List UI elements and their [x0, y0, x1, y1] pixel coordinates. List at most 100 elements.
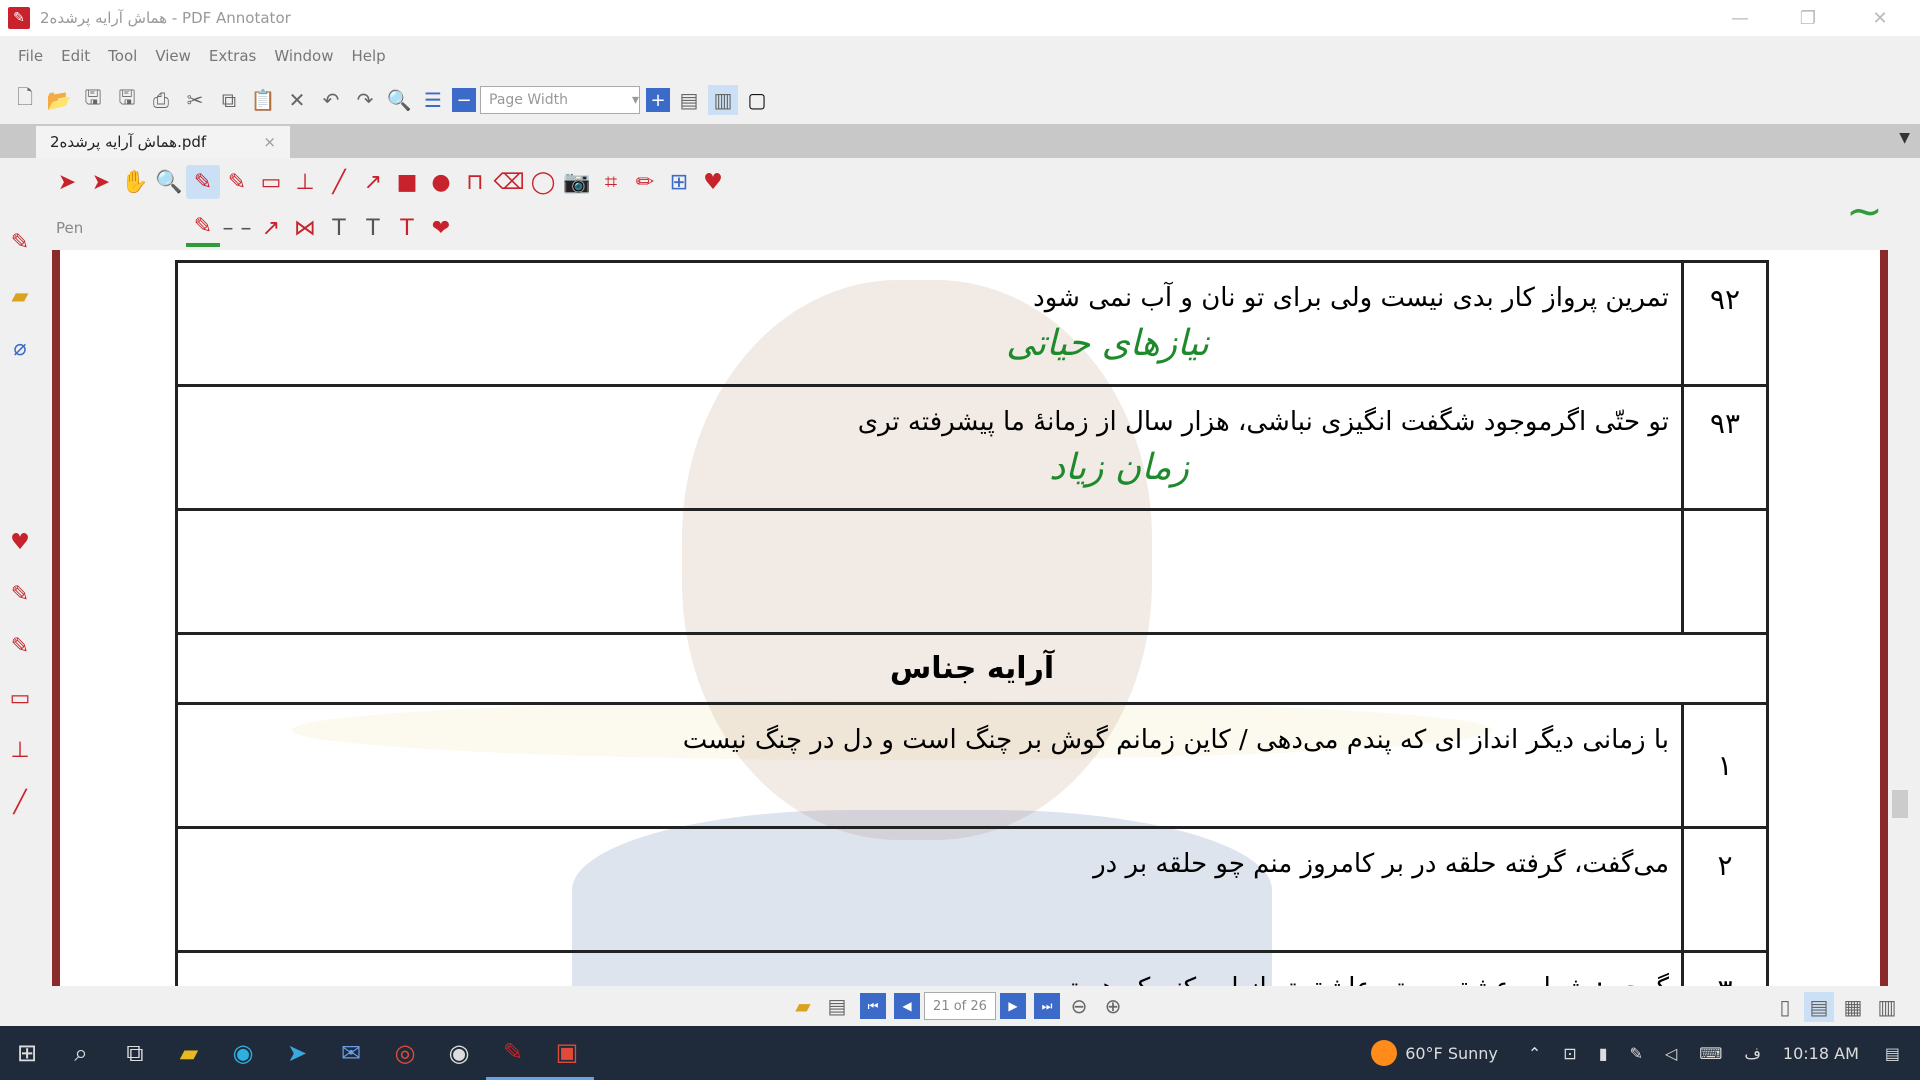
save-icon[interactable]: 🖫	[78, 85, 108, 115]
last-page-icon[interactable]: ⏭	[1034, 993, 1060, 1019]
vertical-scrollbar[interactable]	[1888, 250, 1912, 986]
file-explorer-icon[interactable]: ▰	[162, 1026, 216, 1080]
menu-help[interactable]: Help	[352, 47, 386, 65]
mail-icon[interactable]: ✉	[324, 1026, 378, 1080]
measure-tool-icon[interactable]: ⊓	[458, 165, 492, 199]
highlighter-tool-icon[interactable]: ✎	[220, 165, 254, 199]
menu-view[interactable]: View	[155, 47, 191, 65]
scrollbar-thumb[interactable]	[1892, 790, 1908, 818]
paste-icon[interactable]: 📋	[248, 85, 278, 115]
keyboard-icon[interactable]: ⌨	[1699, 1044, 1722, 1063]
pen-color-icon[interactable]: ✎	[186, 209, 220, 247]
hand-icon[interactable]: ✋	[118, 165, 152, 199]
marker-icon[interactable]: ✎	[6, 580, 34, 608]
fullscreen-icon[interactable]: ▢	[742, 85, 772, 115]
textbox-tool-icon[interactable]: ▭	[254, 165, 288, 199]
camera-tool-icon[interactable]: 📷	[560, 165, 594, 199]
rectangle-tool-icon[interactable]: ■	[390, 165, 424, 199]
tab-document[interactable]: 2هماش آرایه پرشده.pdf ×	[36, 126, 290, 158]
print-icon[interactable]: ⎙	[146, 85, 176, 115]
menu-edit[interactable]: Edit	[61, 47, 90, 65]
line-icon[interactable]: ╱	[6, 788, 34, 816]
close-button[interactable]: ✕	[1852, 0, 1908, 36]
attachment-icon[interactable]: ⌀	[6, 334, 34, 362]
select-arrow-icon[interactable]: ➤	[50, 165, 84, 199]
tab-close-icon[interactable]: ×	[263, 133, 276, 151]
zoom-in-icon[interactable]: +	[646, 88, 670, 112]
continuous-page-icon[interactable]: ▥	[708, 85, 738, 115]
pencil-tool-icon[interactable]: ✏	[628, 165, 662, 199]
thumbnails-icon[interactable]: ▤	[822, 991, 852, 1021]
favorite-icon[interactable]: ♥	[6, 528, 34, 556]
crop-tool-icon[interactable]: ⌗	[594, 165, 628, 199]
ellipse-tool-icon[interactable]: ●	[424, 165, 458, 199]
previous-page-icon[interactable]: ◀	[894, 993, 920, 1019]
start-icon[interactable]: ⊞	[0, 1026, 54, 1080]
pen-icon[interactable]: ✎	[6, 228, 34, 256]
menu-window[interactable]: Window	[274, 47, 333, 65]
language-icon[interactable]: ف	[1744, 1044, 1761, 1063]
notifications-icon[interactable]: ▤	[1885, 1044, 1900, 1063]
delete-icon[interactable]: ✕	[282, 85, 312, 115]
page-number-input[interactable]: 21 of 26	[924, 992, 996, 1020]
menu-file[interactable]: File	[18, 47, 43, 65]
zoom-out-icon[interactable]: −	[452, 88, 476, 112]
smooth-line-icon[interactable]: ↗	[254, 211, 288, 245]
pen-tool-icon[interactable]: ✎	[186, 165, 220, 199]
clock[interactable]: 10:18 AM	[1783, 1044, 1859, 1063]
lasso-tool-icon[interactable]: ◯	[526, 165, 560, 199]
magnifier-icon[interactable]: 🔍	[152, 165, 186, 199]
chrome-icon[interactable]: ◎	[378, 1026, 432, 1080]
forward-icon[interactable]: ⊕	[1098, 991, 1128, 1021]
new-file-icon[interactable]: 🗋	[10, 85, 40, 115]
menu-tool[interactable]: Tool	[108, 47, 137, 65]
copy-icon[interactable]: ⧉	[214, 85, 244, 115]
stamp-icon[interactable]: ⊥	[6, 736, 34, 764]
select-text-icon[interactable]: ➤	[84, 165, 118, 199]
task-view-icon[interactable]: ⧉	[108, 1026, 162, 1080]
grid-view-icon[interactable]: ▦	[1838, 992, 1868, 1022]
folder-icon[interactable]: ▰	[6, 282, 34, 310]
microphone-icon[interactable]: ▮	[1599, 1044, 1608, 1063]
favorites-tool-icon[interactable]: ♥	[696, 165, 730, 199]
zoom-select[interactable]: Page Width ▾	[480, 86, 640, 114]
first-page-icon[interactable]: ⏮	[860, 993, 886, 1019]
menu-extras[interactable]: Extras	[209, 47, 256, 65]
stamp-tool-icon[interactable]: ⊥	[288, 165, 322, 199]
pdf-annotator-icon[interactable]: ✎	[486, 1026, 540, 1080]
eraser-tool-icon[interactable]: ⌫	[492, 165, 526, 199]
favorite-add-icon[interactable]: ❤	[424, 211, 458, 245]
tab-list-chevron-icon[interactable]: ▼	[1899, 130, 1910, 146]
pen-tray-icon[interactable]: ✎	[1630, 1044, 1643, 1063]
open-folder-icon[interactable]: 📂	[44, 85, 74, 115]
line-style-icon[interactable]: – –	[220, 211, 254, 245]
save-all-icon[interactable]: 🖫	[112, 85, 142, 115]
cut-icon[interactable]: ✂	[180, 85, 210, 115]
edge-icon[interactable]: ◉	[216, 1026, 270, 1080]
strike-text-icon[interactable]: T	[390, 211, 424, 245]
telegram-icon[interactable]: ➤	[270, 1026, 324, 1080]
continuous-view-icon[interactable]: ▤	[1804, 992, 1834, 1022]
single-view-icon[interactable]: ▯	[1770, 992, 1800, 1022]
textbox-icon[interactable]: ▭	[6, 684, 34, 712]
search-icon[interactable]: ⌕	[54, 1026, 108, 1080]
image-tool-icon[interactable]: ⊞	[662, 165, 696, 199]
two-page-view-icon[interactable]: ▥	[1872, 992, 1902, 1022]
comments-icon[interactable]: ▰	[788, 991, 818, 1021]
tray-chevron-icon[interactable]: ⌃	[1528, 1044, 1541, 1063]
back-icon[interactable]: ⊖	[1064, 991, 1094, 1021]
recorder-icon[interactable]: ▣	[540, 1026, 594, 1080]
align-icon[interactable]: ☰	[418, 85, 448, 115]
minimize-button[interactable]: —	[1712, 0, 1768, 36]
line-width-icon[interactable]: ⋈	[288, 211, 322, 245]
undo-icon[interactable]: ↶	[316, 85, 346, 115]
text-icon[interactable]: T	[322, 211, 356, 245]
network-icon[interactable]: ⊡	[1563, 1044, 1576, 1063]
highlighter-icon[interactable]: ✎	[6, 632, 34, 660]
single-page-icon[interactable]: ▤	[674, 85, 704, 115]
maximize-button[interactable]: ❐	[1780, 0, 1836, 36]
find-icon[interactable]: 🔍	[384, 85, 414, 115]
line-tool-icon[interactable]: ╱	[322, 165, 356, 199]
weather-text[interactable]: 60°F Sunny	[1405, 1044, 1498, 1063]
arrow-tool-icon[interactable]: ↗	[356, 165, 390, 199]
